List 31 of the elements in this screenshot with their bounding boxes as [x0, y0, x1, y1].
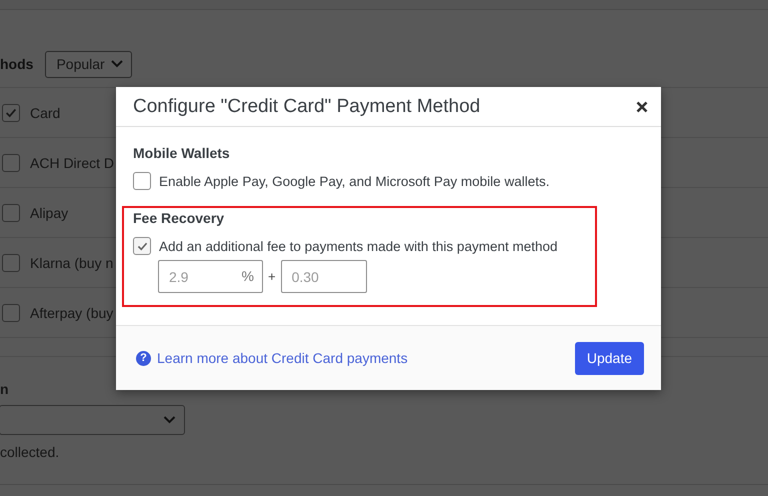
section-heading: Mobile Wallets	[133, 145, 231, 162]
section-label: n	[0, 381, 10, 397]
option-label: Enable Apple Pay, Google Pay, and Microsoft Pay mobile wallets.	[159, 174, 550, 189]
close-icon[interactable]	[636, 100, 648, 113]
dialog-title: Configure "Credit Card" Payment Method	[133, 96, 480, 118]
percent-sign: %	[242, 268, 254, 284]
help-icon: ?	[136, 350, 151, 366]
checkbox[interactable]	[2, 154, 20, 172]
filter-dropdown[interactable]: Popular	[45, 50, 132, 78]
plus-sign: +	[268, 269, 276, 284]
checkbox[interactable]	[133, 172, 151, 190]
method-label: Alipay	[30, 204, 68, 220]
section-heading: Fee Recovery	[133, 210, 226, 226]
option-label: Add an additional fee to payments made with this payment method	[159, 238, 558, 254]
method-label: Afterpay (buy	[30, 304, 114, 320]
methods-label: hods	[0, 56, 34, 72]
checkbox[interactable]	[2, 104, 20, 122]
chevron-icon	[163, 416, 176, 424]
checkbox[interactable]	[2, 204, 20, 222]
checkbox[interactable]	[2, 254, 20, 272]
help-link[interactable]: Learn more about Credit Card payments	[157, 350, 408, 366]
checkbox[interactable]	[2, 304, 20, 322]
update-button[interactable]: Update	[574, 342, 644, 375]
amount-field[interactable]: 0.30	[280, 260, 367, 294]
checkbox[interactable]	[133, 237, 151, 256]
select-field[interactable]	[0, 405, 185, 435]
chevron-icon	[110, 60, 123, 68]
method-label: Klarna (buy n	[30, 254, 114, 270]
note-text: collected.	[0, 444, 60, 460]
method-label: ACH Direct D	[30, 154, 114, 170]
method-label: Card	[30, 104, 60, 120]
